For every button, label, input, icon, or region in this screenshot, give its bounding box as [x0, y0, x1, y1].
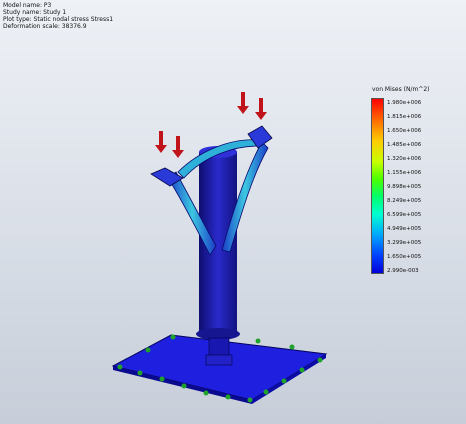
load-arrow [172, 136, 184, 158]
legend-value: 1.650e+005 [387, 254, 422, 260]
color-scale-bar [371, 98, 384, 274]
legend-value: 8.249e+005 [387, 198, 422, 204]
legend-value: 4.949e+005 [387, 226, 422, 232]
legend-value: 9.898e+005 [387, 184, 422, 190]
graphics-viewport[interactable]: Model name: P3 Study name: Study 1 Plot … [0, 0, 466, 424]
load-arrow [237, 92, 249, 114]
legend-title: von Mises (N/m^2) [372, 86, 430, 93]
legend-value: 1.650e+006 [387, 128, 422, 134]
legend-value: 2.990e-003 [387, 268, 419, 274]
legend-value: 1.815e+006 [387, 114, 422, 120]
load-arrow [155, 131, 167, 153]
legend-values: 1.980e+006 1.815e+006 1.650e+006 1.485e+… [387, 100, 447, 274]
legend-value: 1.320e+006 [387, 156, 422, 162]
column-foot-lower [205, 354, 233, 366]
load-arrow [255, 98, 267, 120]
legend-value: 1.155e+006 [387, 170, 422, 176]
legend-value: 1.980e+006 [387, 100, 422, 106]
legend-value: 6.599e+005 [387, 212, 422, 218]
legend-value: 3.299e+005 [387, 240, 422, 246]
legend-value: 1.485e+006 [387, 142, 422, 148]
